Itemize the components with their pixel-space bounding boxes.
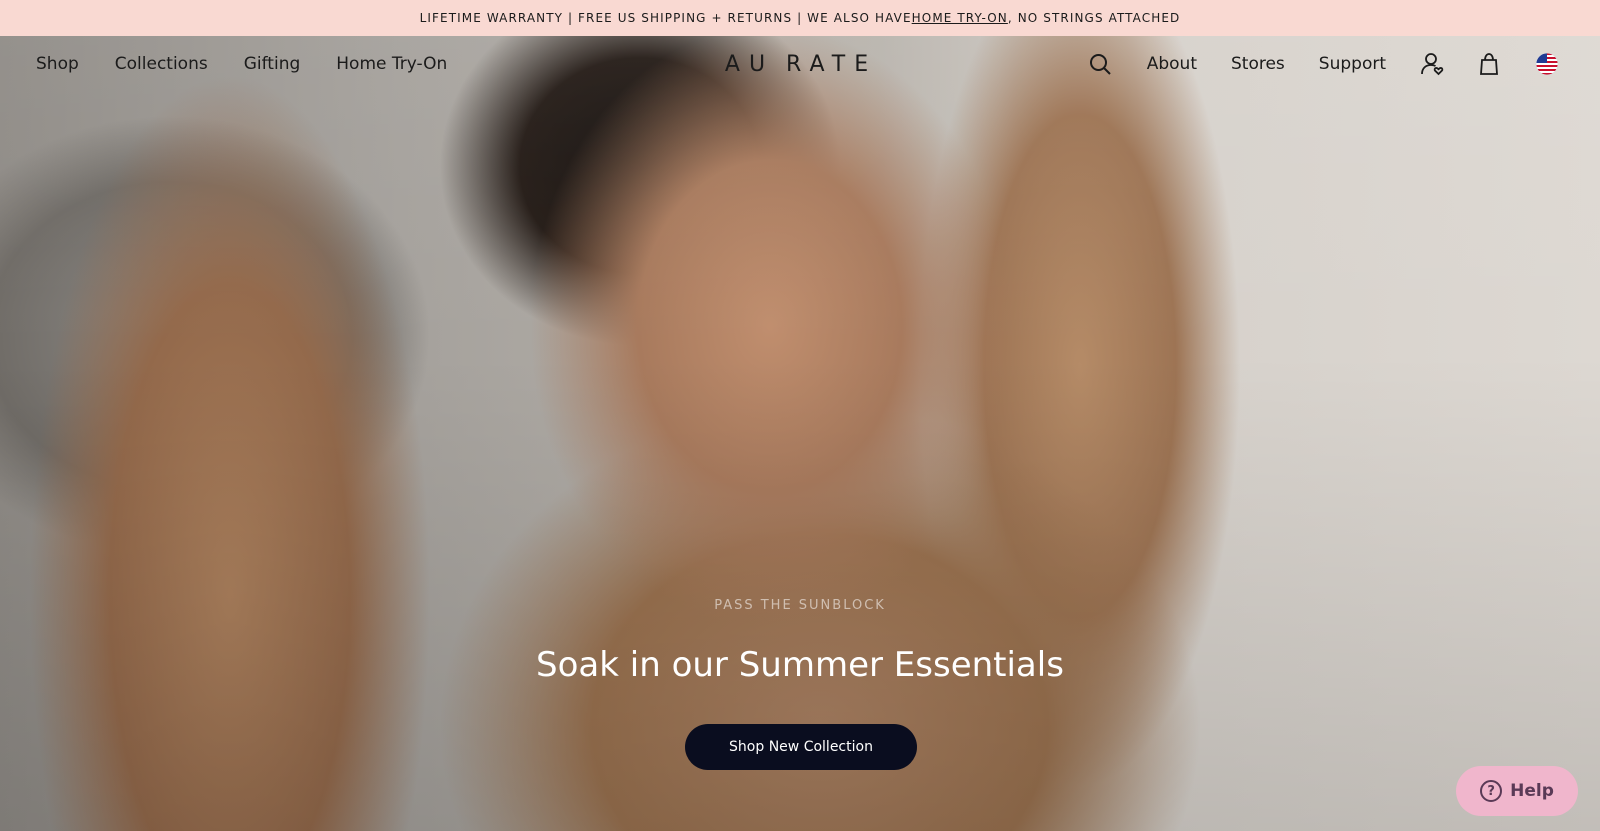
announcement-bar: LIFETIME WARRANTY | FREE US SHIPPING + R… (0, 0, 1600, 36)
brand-logo[interactable]: AU RATE (725, 46, 872, 82)
announcement-text: LIFETIME WARRANTY | FREE US SHIPPING + R… (419, 11, 912, 25)
nav-home-try-on[interactable]: Home Try-On (336, 54, 447, 74)
nav-shop[interactable]: Shop (36, 54, 79, 74)
shop-new-collection-button[interactable]: Shop New Collection (685, 724, 917, 770)
shopping-bag-icon[interactable] (1476, 51, 1502, 77)
help-button[interactable]: ? Help (1456, 766, 1578, 816)
search-icon[interactable] (1087, 51, 1113, 77)
account-heart-icon[interactable] (1420, 51, 1446, 77)
nav-stores[interactable]: Stores (1231, 54, 1285, 74)
nav-support[interactable]: Support (1319, 54, 1386, 74)
us-flag-icon[interactable] (1534, 51, 1560, 77)
main-nav: Shop Collections Gifting Home Try-On AU … (0, 36, 1600, 92)
hero-headline: Soak in our Summer Essentials (536, 645, 1064, 685)
logo-text-left: AU (724, 51, 775, 77)
home-try-on-link[interactable]: HOME TRY-ON (912, 11, 1008, 25)
logo-text-right: RATE (786, 51, 878, 77)
help-label: Help (1510, 781, 1554, 801)
question-icon: ? (1480, 780, 1503, 802)
nav-right: About Stores Support (1087, 36, 1560, 92)
hero-eyebrow: PASS THE SUNBLOCK (714, 598, 886, 613)
nav-about[interactable]: About (1147, 54, 1197, 74)
nav-collections[interactable]: Collections (115, 54, 208, 74)
nav-left: Shop Collections Gifting Home Try-On (36, 36, 447, 92)
nav-gifting[interactable]: Gifting (244, 54, 301, 74)
hero-image (0, 36, 1600, 831)
hero-overlay (0, 36, 1600, 831)
announcement-text-end: , NO STRINGS ATTACHED (1007, 11, 1181, 25)
